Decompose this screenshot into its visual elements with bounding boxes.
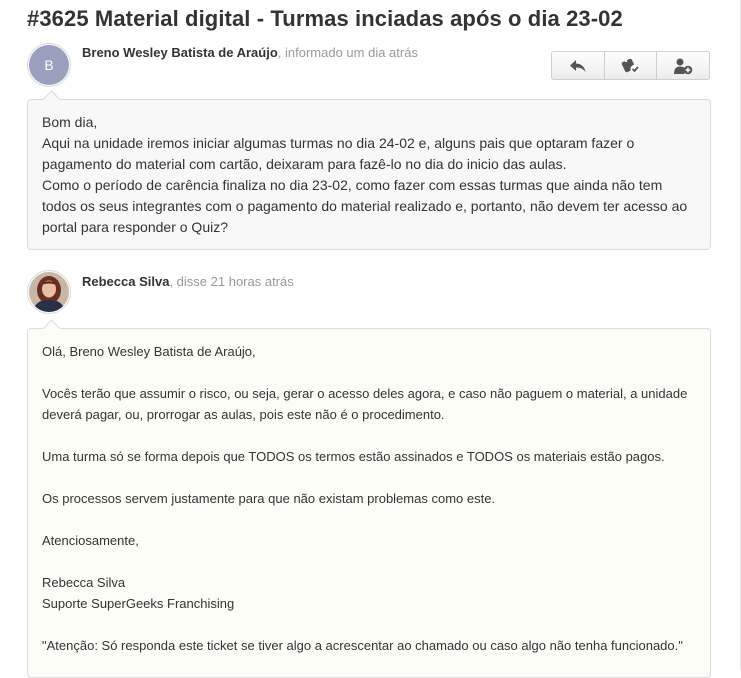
message-meta: Breno Wesley Batista de Araújo, informad… <box>82 45 418 60</box>
signature-name: Rebecca Silva <box>42 575 126 590</box>
ticket-title: #3625 Material digital - Turmas inciadas… <box>27 6 623 31</box>
author-name[interactable]: Breno Wesley Batista de Araújo <box>82 45 278 60</box>
message-line: Os processos servem justamente para que … <box>42 491 496 506</box>
message-line: pagamento do material com cartão, deixar… <box>42 156 567 172</box>
message-time: , disse 21 horas atrás <box>169 274 294 289</box>
message-line: Vocês terão que assumir o risco, ou seja… <box>42 386 688 401</box>
ticket-actions <box>551 51 710 80</box>
avatar-photo <box>29 272 69 312</box>
avatar-initial: B <box>29 45 69 85</box>
message-body: Olá, Breno Wesley Batista de Araújo, Voc… <box>27 328 711 678</box>
message-line: portal para responder o Quiz? <box>42 219 228 235</box>
message-line: Bom dia, <box>42 114 98 130</box>
signature-team: Suporte SuperGeeks Franchising <box>42 596 235 611</box>
message-line: Como o período de carência finaliza no d… <box>42 177 663 193</box>
avatar: B <box>27 43 71 87</box>
message-line: todos os seus integrantes com o pagament… <box>42 198 688 214</box>
message-time: , informado um dia atrás <box>277 45 418 60</box>
reply-icon <box>569 59 586 72</box>
add-follower-icon <box>674 58 693 74</box>
avatar <box>27 270 71 314</box>
resolve-ticket-icon <box>621 58 639 73</box>
author-name[interactable]: Rebecca Silva <box>82 274 169 289</box>
add-follower-button[interactable] <box>657 52 709 79</box>
notice: "Atenção: Só responda este ticket se tiv… <box>42 638 683 653</box>
message-line: Uma turma só se forma depois que TODOS o… <box>42 449 665 464</box>
message-line: deverá pagar, ou, prorrogar as aulas, po… <box>42 407 445 422</box>
greeting: Olá, Breno Wesley Batista de Araújo, <box>42 344 256 359</box>
message-body: Bom dia, Aqui na unidade iremos iniciar … <box>27 99 711 250</box>
resolve-ticket-button[interactable] <box>605 52 658 79</box>
closing: Atenciosamente, <box>42 533 139 548</box>
message-line: Aqui na unidade iremos iniciar algumas t… <box>42 135 635 151</box>
message-meta: Rebecca Silva, disse 21 horas atrás <box>82 274 294 289</box>
reply-button[interactable] <box>552 52 605 79</box>
